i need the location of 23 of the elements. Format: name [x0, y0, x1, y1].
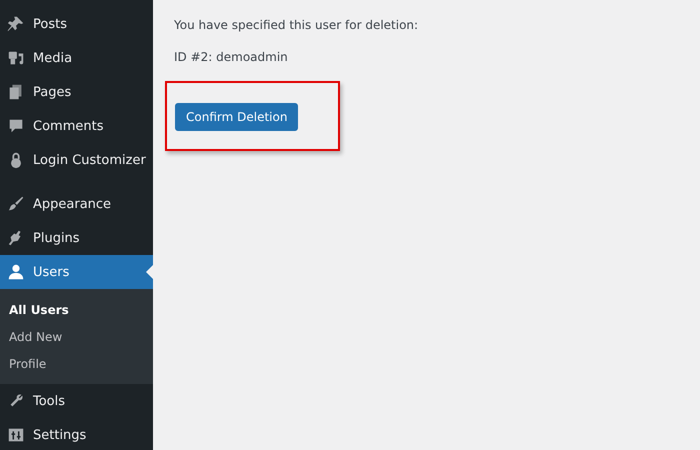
- menu-item[interactable]: Tools: [0, 384, 153, 418]
- menu-item[interactable]: Pages: [0, 75, 153, 109]
- menu-item[interactable]: Plugins: [0, 221, 153, 255]
- user-icon: [7, 263, 25, 281]
- menu-item[interactable]: Users: [0, 255, 153, 289]
- confirm-deletion-button[interactable]: Confirm Deletion: [175, 103, 298, 131]
- submenu-item[interactable]: Profile: [0, 351, 153, 378]
- menu-item[interactable]: Media: [0, 41, 153, 75]
- menu-item[interactable]: Settings: [0, 418, 153, 450]
- menu-item[interactable]: Appearance: [0, 187, 153, 221]
- menu-item[interactable]: Posts: [0, 7, 153, 41]
- deletion-message: You have specified this user for deletion:: [174, 17, 418, 34]
- menu-item[interactable]: Login Customizer: [0, 143, 153, 177]
- media-icon: [7, 49, 25, 67]
- menu-item[interactable]: Comments: [0, 109, 153, 143]
- submenu-item[interactable]: All Users: [0, 297, 153, 324]
- pin-icon: [7, 15, 25, 33]
- comment-icon: [7, 117, 25, 135]
- brush-icon: [7, 195, 25, 213]
- submenu-item[interactable]: Add New: [0, 324, 153, 351]
- user-id-text: ID #2: demoadmin: [174, 49, 289, 66]
- pointer-notch: [146, 265, 153, 279]
- sliders-icon: [7, 426, 25, 444]
